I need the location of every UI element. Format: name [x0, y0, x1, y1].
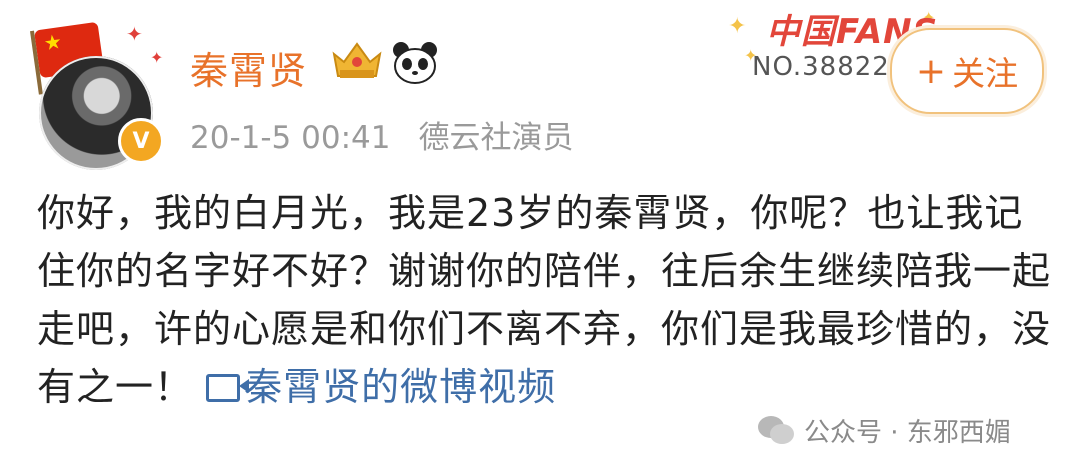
avatar-area[interactable]: ★ ✦ ✦ V [22, 20, 172, 170]
crown-icon [332, 42, 382, 78]
post-source: 德云社演员 [418, 120, 574, 156]
watermark: 公众号 · 东邪西媚 [758, 412, 1011, 449]
fans-badge-number: NO.388228 [752, 52, 902, 82]
follow-button-label: 关注 [952, 54, 1019, 93]
watermark-text: 公众号 · 东邪西媚 [804, 418, 1011, 448]
wechat-icon [758, 415, 796, 446]
bird-decoration-icon: ✦ [126, 22, 143, 46]
username[interactable]: 秦霄贤 [190, 40, 307, 95]
video-camera-icon [206, 374, 250, 402]
post-body: 你好，我的白月光，我是23岁的秦霄贤，你呢？也让我记住你的名字好不好？谢谢你的陪… [37, 184, 1057, 416]
post-meta: 20-1-5 00:41 德云社演员 [190, 112, 573, 157]
plus-icon: + [915, 50, 947, 92]
post-timestamp[interactable]: 20-1-5 00:41 [190, 120, 390, 156]
sparkle-icon: ✦ [728, 14, 747, 39]
verified-v-icon: V [118, 118, 164, 164]
video-link[interactable]: 秦霄贤的微博视频 [206, 365, 556, 409]
follow-button[interactable]: + 关注 [890, 28, 1044, 114]
bird-decoration-icon: ✦ [150, 48, 164, 67]
video-link-label[interactable]: 秦霄贤的微博视频 [244, 365, 556, 409]
panda-icon [393, 42, 437, 84]
